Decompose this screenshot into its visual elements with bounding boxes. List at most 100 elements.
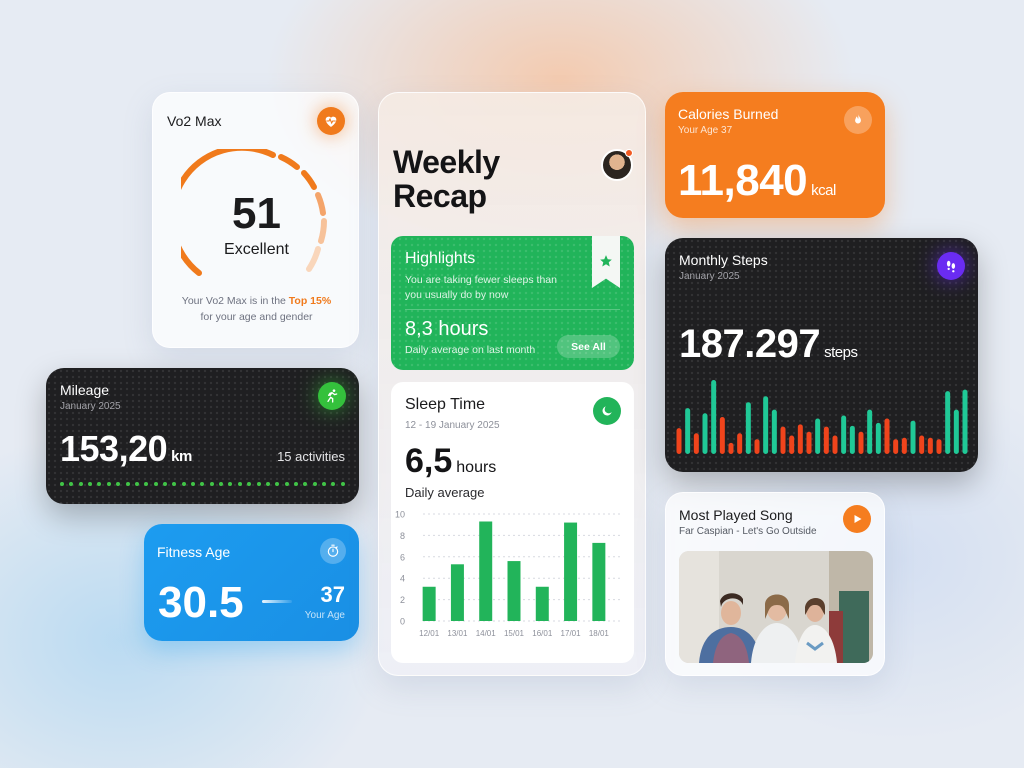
sleep-time-card[interactable]: Sleep Time 12 - 19 January 2025 6,5 hours… [391, 382, 634, 663]
x-tick-label: 17/01 [561, 629, 582, 638]
see-all-button[interactable]: See All [557, 335, 620, 358]
steps-bar [797, 424, 803, 454]
song-artist-track: Far Caspian - Let's Go Outside [679, 526, 817, 537]
mileage-dot [312, 482, 317, 486]
y-tick-label: 6 [400, 552, 405, 562]
sleep-title: Sleep Time [405, 396, 486, 413]
vo2-note-highlight: Top 15% [288, 295, 332, 307]
mileage-dot [237, 482, 242, 486]
y-tick-label: 2 [400, 595, 405, 605]
steps-bar [936, 439, 942, 454]
steps-bar [780, 426, 786, 454]
vo2-max-card[interactable]: Vo2 Max 51 Excellent Your Vo2 Max is in … [152, 92, 359, 348]
mileage-dot [284, 482, 289, 486]
album-photo [679, 551, 873, 663]
your-age-label: Your Age [304, 610, 345, 621]
fitness-age-connector [262, 600, 292, 603]
sleep-bar [422, 586, 436, 621]
steps-bar [676, 428, 682, 454]
mileage-dot [116, 482, 121, 486]
song-title: Most Played Song [679, 507, 793, 523]
heart-pulse-icon [317, 107, 345, 135]
sleep-bar [507, 561, 521, 621]
steps-bar [737, 433, 743, 454]
highlights-description: You are taking fewer sleeps than you usu… [405, 274, 557, 301]
mileage-dot [228, 482, 233, 486]
highlights-card[interactable]: Highlights You are taking fewer sleeps t… [391, 236, 634, 370]
steps-bar [832, 435, 838, 454]
calories-number: 11,840 [678, 156, 808, 205]
mileage-number: 153,20 [60, 428, 168, 469]
steps-bar [815, 418, 821, 454]
x-tick-label: 16/01 [532, 629, 553, 638]
steps-bar [910, 420, 916, 454]
mileage-dot [162, 482, 167, 486]
mileage-title: Mileage [60, 382, 110, 398]
steps-value: 187.297 steps [679, 322, 858, 367]
monthly-steps-card[interactable]: Monthly Steps January 2025 187.297 steps [665, 238, 978, 472]
steps-bar [702, 413, 708, 454]
steps-bar [771, 409, 777, 454]
steps-bar [841, 415, 847, 454]
most-played-song-card[interactable]: Most Played Song Far Caspian - Let's Go … [665, 492, 885, 676]
sleep-bar-chart: 0 2 4 6 8 10 12/01 13/01 14/01 15/01 16/01 17/01 18/… [395, 510, 621, 638]
x-tick-label: 13/01 [447, 629, 468, 638]
steps-bar [849, 425, 855, 454]
mileage-card[interactable]: Mileage January 2025 153,20 km 15 activit… [46, 368, 359, 504]
notification-dot [625, 149, 633, 157]
steps-period: January 2025 [679, 271, 740, 282]
highlights-title: Highlights [405, 250, 476, 267]
fitness-age-card[interactable]: Fitness Age 30.5 37 Your Age [144, 524, 359, 641]
highlights-divider [405, 309, 620, 310]
sleep-bar [564, 522, 578, 621]
mileage-dot [331, 482, 336, 486]
mileage-dot [134, 482, 139, 486]
y-tick-label: 8 [400, 531, 405, 541]
sleep-bar [535, 586, 549, 621]
mileage-dot [69, 482, 74, 486]
x-tick-label: 18/01 [589, 629, 610, 638]
flame-icon [844, 106, 872, 134]
mileage-period: January 2025 [60, 401, 121, 412]
y-tick-label: 4 [400, 574, 405, 584]
mileage-unit: km [171, 448, 192, 465]
sleep-bar [592, 542, 606, 621]
vo2-value: 51 [232, 189, 281, 238]
mileage-value: 153,20 km [60, 428, 192, 470]
mileage-dot [275, 482, 280, 486]
mileage-dot [293, 482, 298, 486]
mileage-dot [97, 482, 102, 486]
highlights-value-label: Daily average on last month [405, 344, 536, 356]
mileage-dot [191, 482, 196, 486]
mileage-dot [181, 482, 186, 486]
steps-bar [893, 439, 899, 454]
steps-bar-chart [676, 380, 968, 454]
sleep-bar [450, 564, 464, 621]
vo2-note-suffix: for your age and gender [200, 311, 313, 323]
steps-bar [875, 422, 881, 454]
mileage-dot [153, 482, 158, 486]
calories-title: Calories Burned [678, 106, 779, 122]
play-icon[interactable] [843, 505, 871, 533]
steps-bar [763, 396, 769, 454]
steps-bar [953, 409, 959, 454]
calories-card[interactable]: Calories Burned Your Age 37 11,840 kcal [665, 92, 885, 218]
running-icon [318, 382, 346, 410]
heading-line-2: Recap [393, 178, 487, 214]
steps-bar [927, 437, 933, 454]
footprints-icon [937, 252, 965, 280]
mileage-dot [265, 482, 270, 486]
steps-bar [823, 426, 829, 454]
steps-title: Monthly Steps [679, 252, 768, 268]
mileage-dot [88, 482, 93, 486]
steps-bar [945, 391, 951, 454]
x-tick-label: 14/01 [476, 629, 497, 638]
mileage-dot [303, 482, 308, 486]
sleep-range: 12 - 19 January 2025 [405, 420, 500, 431]
sleep-number: 6,5 [405, 442, 453, 480]
steps-bar [719, 417, 725, 454]
y-tick-label: 10 [395, 510, 405, 520]
y-tick-label: 0 [400, 617, 405, 627]
mileage-dot [144, 482, 149, 486]
steps-bar [693, 433, 699, 454]
